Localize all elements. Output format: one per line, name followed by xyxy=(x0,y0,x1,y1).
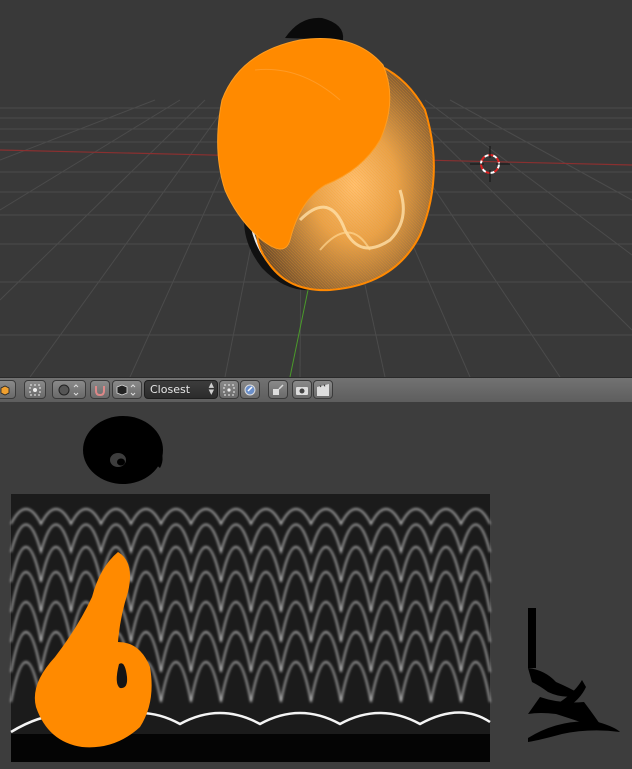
image-canvas[interactable] xyxy=(0,402,632,769)
viewport-header-toolbar: Closest ▲ ▼ xyxy=(0,377,632,403)
curve-shape-image xyxy=(528,608,620,742)
select-arrows-icon: ▲ ▼ xyxy=(208,381,214,396)
y-axis-line xyxy=(289,289,309,377)
3d-viewport[interactable] xyxy=(0,0,632,377)
image-editor-area[interactable] xyxy=(0,402,632,769)
proportional-edit-button[interactable] xyxy=(268,380,288,399)
viewport-shading-button[interactable] xyxy=(52,380,86,399)
snap-element-icon xyxy=(115,383,139,397)
pivot-point-icon xyxy=(28,383,42,397)
viewport-canvas[interactable] xyxy=(0,0,632,377)
render-animation-icon xyxy=(316,383,330,397)
snap-target-value: Closest xyxy=(150,383,191,396)
proportional-edit-icon xyxy=(271,383,285,397)
object-mode-icon xyxy=(0,384,11,396)
shell-silhouette-image xyxy=(83,416,163,484)
snap-target-select[interactable]: Closest ▲ ▼ xyxy=(144,380,218,399)
render-camera-button[interactable] xyxy=(292,380,312,399)
snap-target-button[interactable] xyxy=(219,380,239,399)
object-mode-button[interactable] xyxy=(0,380,16,399)
snap-element-button[interactable] xyxy=(112,380,142,399)
snap-magnet-icon xyxy=(93,383,107,397)
snap-toggle-button[interactable] xyxy=(90,380,110,399)
render-animation-button[interactable] xyxy=(313,380,333,399)
viewport-shading-icon xyxy=(56,383,82,397)
snap-rotation-icon xyxy=(243,383,257,397)
snap-target-icon xyxy=(222,383,236,397)
snap-rotation-button[interactable] xyxy=(240,380,260,399)
pivot-point-button[interactable] xyxy=(24,380,46,399)
shell-black-part xyxy=(285,17,344,40)
render-camera-icon xyxy=(295,383,309,397)
3d-cursor-icon[interactable] xyxy=(470,146,510,182)
